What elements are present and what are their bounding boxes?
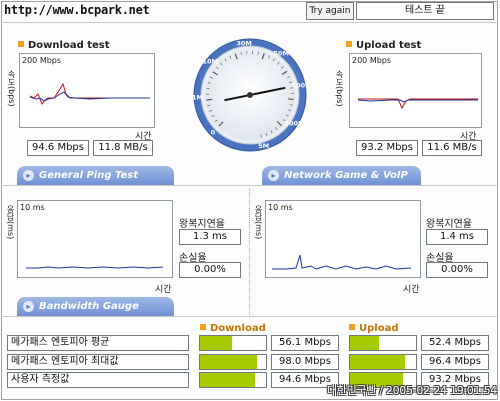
- ping-right-series: [272, 254, 412, 270]
- ping-right-latency-label: 왕복지연율: [426, 219, 472, 230]
- ping-left-series: [26, 266, 164, 269]
- orange-square-icon: [349, 324, 355, 330]
- gauge-tick-label: 0: [211, 129, 216, 137]
- gauge-tick-label: 100M: [292, 82, 308, 90]
- ping-right-plot: [272, 254, 412, 270]
- upload-series-blue: [357, 99, 478, 103]
- orange-square-icon: [18, 41, 24, 47]
- download-bar-fill: [200, 373, 255, 387]
- gauge-tick-label: 10M: [202, 57, 218, 65]
- vertical-divider: [249, 188, 250, 315]
- upload-test-title: Upload test: [346, 40, 421, 51]
- ping-right-y-axis-label: 응답(ms): [254, 205, 263, 240]
- upload-bar-fill: [350, 336, 380, 350]
- ping-left-loss-value: 0.00%: [179, 262, 241, 278]
- download-bar-fill: [200, 355, 257, 369]
- upload-bar-track: [349, 335, 417, 351]
- upload-bar-track: [349, 354, 417, 370]
- bandwidth-row-label: 메가패스 엔토피아 최대값: [7, 354, 189, 370]
- tab-general-ping-test[interactable]: ▸ General Ping Test: [17, 166, 174, 185]
- download-bar-fill: [200, 336, 232, 350]
- upload-scale-label: 200 Mbps: [352, 56, 392, 65]
- arrow-right-icon: ▸: [23, 301, 34, 312]
- download-y-axis-label: 속도(bps): [7, 70, 16, 107]
- site-url[interactable]: http://www.bcpark.net: [4, 3, 150, 17]
- gauge-tick-label: 30M: [236, 39, 252, 47]
- upload-mbps-value: 93.2 Mbps: [356, 140, 418, 156]
- speed-gauge: 0 1M 10M 30M 50M 100M 200M 5M: [192, 38, 308, 152]
- download-bar-value: 98.0 Mbps: [271, 354, 339, 370]
- bandwidth-upload-header: Upload: [349, 323, 398, 334]
- download-bar-track: [199, 354, 267, 370]
- download-bar-track: [199, 372, 267, 388]
- ping-right-scale-label: 10 ms: [268, 203, 293, 212]
- ping-right-loss-value: 0.00%: [426, 262, 488, 278]
- gauge-tick-label: 200M: [284, 119, 304, 127]
- ping-left-plot: [26, 266, 164, 269]
- ping-right-x-axis-label: 시간: [403, 285, 420, 295]
- gauge-tick-label: 50M: [273, 49, 289, 57]
- watermark-text: 대한민국빤 / 2005-02-24 19:01:54: [326, 384, 497, 397]
- gauge-tick-label: 1M: [192, 93, 203, 101]
- ping-left-scale-label: 10 ms: [20, 203, 45, 212]
- upload-mbs-value: 11.6 MB/s: [422, 140, 482, 156]
- gauge-hub: [247, 92, 253, 98]
- download-mbps-value: 94.6 Mbps: [27, 140, 89, 156]
- section-divider: [1, 316, 498, 317]
- download-test-title: Download test: [18, 40, 110, 51]
- upload-bar-value: 52.4 Mbps: [421, 335, 489, 351]
- orange-square-icon: [200, 324, 206, 330]
- gauge-tick: [287, 98, 294, 101]
- arrow-right-icon: ▸: [268, 170, 279, 181]
- download-scale-label: 200 Mbps: [22, 56, 62, 65]
- upload-bar-value: 96.4 Mbps: [421, 354, 489, 370]
- tab-network-game-voip-test[interactable]: ▸ Network Game & VoIP Test: [262, 166, 421, 200]
- orange-square-icon: [346, 41, 352, 47]
- tab-bandwidth-gauge[interactable]: ▸ Bandwidth Gauge: [17, 297, 174, 316]
- top-divider: [1, 22, 498, 23]
- ping-left-latency-value: 1.3 ms: [179, 229, 241, 245]
- ping-left-y-axis-label: 응답(ms): [6, 205, 15, 240]
- ping-right-latency-value: 1.4 ms: [426, 229, 488, 245]
- download-mbs-value: 11.8 MB/s: [93, 140, 153, 156]
- arrow-right-icon: ▸: [23, 170, 34, 181]
- download-series-blue: [29, 91, 150, 102]
- upload-bar-fill: [350, 355, 406, 369]
- download-bar-value: 56.1 Mbps: [271, 335, 339, 351]
- bandwidth-download-header: Download: [200, 323, 266, 334]
- ping-left-latency-label: 왕복지연율: [179, 219, 225, 230]
- bandwidth-row-label: 사용자 측정값: [7, 372, 189, 388]
- upload-y-axis-label: 속도(bps): [335, 70, 344, 107]
- bandwidth-row-label: 메가패스 엔토피아 평균: [7, 335, 189, 351]
- end-test-button[interactable]: 테스트 끝: [356, 2, 494, 20]
- download-bar-track: [199, 335, 267, 351]
- section-divider: [1, 185, 498, 186]
- try-again-button[interactable]: Try again: [306, 2, 354, 20]
- gauge-tick-label: 5M: [258, 142, 269, 150]
- gauge-tick: [206, 98, 213, 101]
- ping-left-x-axis-label: 시간: [155, 285, 172, 295]
- download-series-red: [29, 82, 150, 106]
